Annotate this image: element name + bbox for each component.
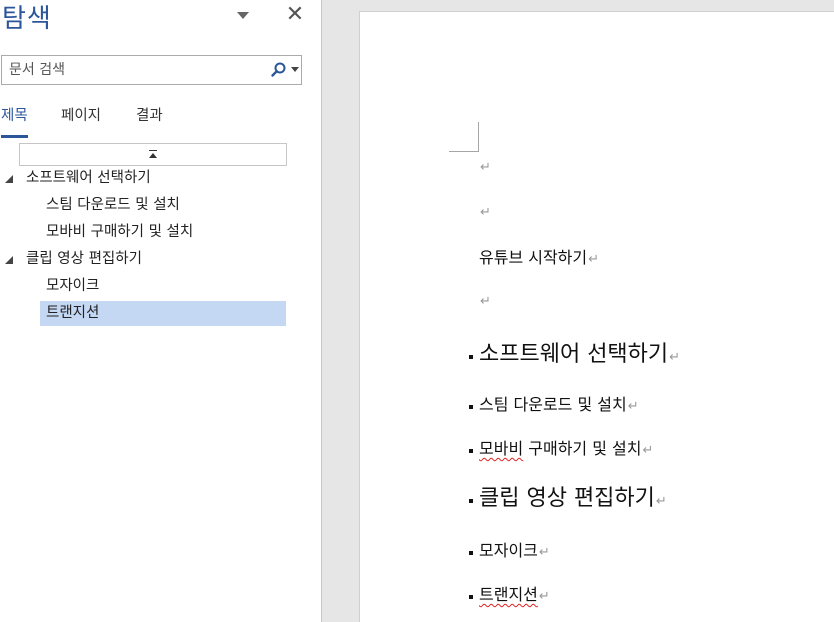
search-input[interactable]: [2, 56, 264, 84]
heading-1-paragraph[interactable]: 소프트웨어 선택하기↵: [469, 336, 681, 368]
heading-1-paragraph[interactable]: 클립 영상 편집하기↵: [469, 480, 667, 512]
paragraph-text: 모자이크: [479, 541, 538, 560]
heading-bullet-mark: [469, 595, 473, 599]
paragraph-mark: ↵: [538, 545, 550, 560]
heading-2-paragraph[interactable]: 모자이크↵: [469, 537, 550, 561]
navigation-pane: 탐색 ✕ 제목 페이지 결과 소프트웨어 선택하기 스팀 다운로드 및: [0, 0, 322, 622]
collapse-all-icon: [149, 150, 157, 160]
heading-2-paragraph[interactable]: 모바비 구매하기 및 설치↵: [469, 435, 654, 459]
misspelled-word[interactable]: 트랜지션: [479, 585, 538, 604]
paragraph-text: 구매하기 및 설치: [523, 439, 642, 458]
paragraph-empty[interactable]: ↵: [479, 201, 491, 220]
heading-item-transition[interactable]: 트랜지션: [40, 301, 286, 326]
paragraph-text: 클립 영상 편집하기: [479, 486, 655, 511]
heading-bullet-mark: [469, 355, 473, 359]
tab-headings[interactable]: 제목: [1, 104, 28, 138]
close-pane-button[interactable]: ✕: [284, 4, 306, 26]
paragraph-mark: ↵: [655, 494, 667, 509]
document-page[interactable]: ↵ ↵ 유튜브 시작하기↵ ↵ 소프트웨어 선택하기↵ 스팀 다운로드 및 설치…: [359, 11, 834, 622]
heading-label: 모자이크: [46, 278, 100, 294]
heading-bullet-mark: [469, 551, 473, 555]
heading-bullet-mark: [469, 499, 473, 503]
paragraph-text: 소프트웨어 선택하기: [479, 342, 669, 367]
paragraph-mark: ↵: [588, 252, 600, 267]
chevron-down-icon: [291, 67, 299, 72]
misspelled-word[interactable]: 모바비: [479, 439, 523, 458]
document-area[interactable]: ↵ ↵ 유튜브 시작하기↵ ↵ 소프트웨어 선택하기↵ 스팀 다운로드 및 설치…: [323, 0, 834, 622]
paragraph-mark: ↵: [669, 350, 681, 365]
heading-bullet-mark: [469, 405, 473, 409]
heading-2-paragraph[interactable]: 트랜지션↵: [469, 581, 550, 605]
collapse-all-button[interactable]: [19, 143, 287, 166]
heading-item-steam[interactable]: 스팀 다운로드 및 설치: [40, 193, 286, 218]
pane-title: 탐색: [2, 4, 52, 34]
nav-tabs: 제목 페이지 결과: [0, 104, 320, 138]
heading-label: 소프트웨어 선택하기: [26, 170, 151, 186]
heading-item-mosaic[interactable]: 모자이크: [40, 274, 286, 299]
paragraph-text: 유튜브 시작하기: [479, 248, 588, 267]
paragraph-text: 스팀 다운로드 및 설치: [479, 395, 627, 414]
heading-item-clip-editing[interactable]: 클립 영상 편집하기: [0, 247, 320, 272]
triangle-down-icon: [237, 12, 249, 19]
heading-bullet-mark: [469, 449, 473, 453]
search-box: [1, 55, 302, 85]
heading-label: 모바비 구매하기 및 설치: [46, 224, 194, 240]
magnifier-icon: [271, 62, 286, 77]
expanded-triangle-icon[interactable]: [5, 175, 13, 183]
paragraph-empty[interactable]: ↵: [479, 156, 491, 175]
pane-options-button[interactable]: [234, 8, 252, 24]
paragraph-mark: ↵: [642, 443, 654, 458]
heading-2-paragraph[interactable]: 스팀 다운로드 및 설치↵: [469, 391, 639, 415]
paragraph-body[interactable]: 유튜브 시작하기↵: [479, 244, 599, 268]
paragraph-mark: ↵: [480, 160, 491, 175]
close-icon: ✕: [285, 2, 305, 27]
paragraph-mark: ↵: [538, 589, 550, 604]
tab-results[interactable]: 결과: [136, 104, 163, 138]
paragraph-empty[interactable]: ↵: [479, 290, 491, 309]
paragraph-mark: ↵: [480, 205, 491, 220]
paragraph-mark: ↵: [627, 399, 639, 414]
expanded-triangle-icon[interactable]: [5, 256, 13, 264]
margin-crop-mark: [449, 122, 479, 152]
search-options-button[interactable]: [270, 61, 300, 79]
heading-label: 트랜지션: [46, 305, 100, 321]
heading-item-movavi[interactable]: 모바비 구매하기 및 설치: [40, 220, 286, 245]
paragraph-mark: ↵: [480, 294, 491, 309]
tab-pages[interactable]: 페이지: [61, 104, 101, 138]
heading-item-software[interactable]: 소프트웨어 선택하기: [0, 166, 320, 191]
heading-label: 스팀 다운로드 및 설치: [46, 197, 180, 213]
heading-label: 클립 영상 편집하기: [26, 251, 142, 267]
